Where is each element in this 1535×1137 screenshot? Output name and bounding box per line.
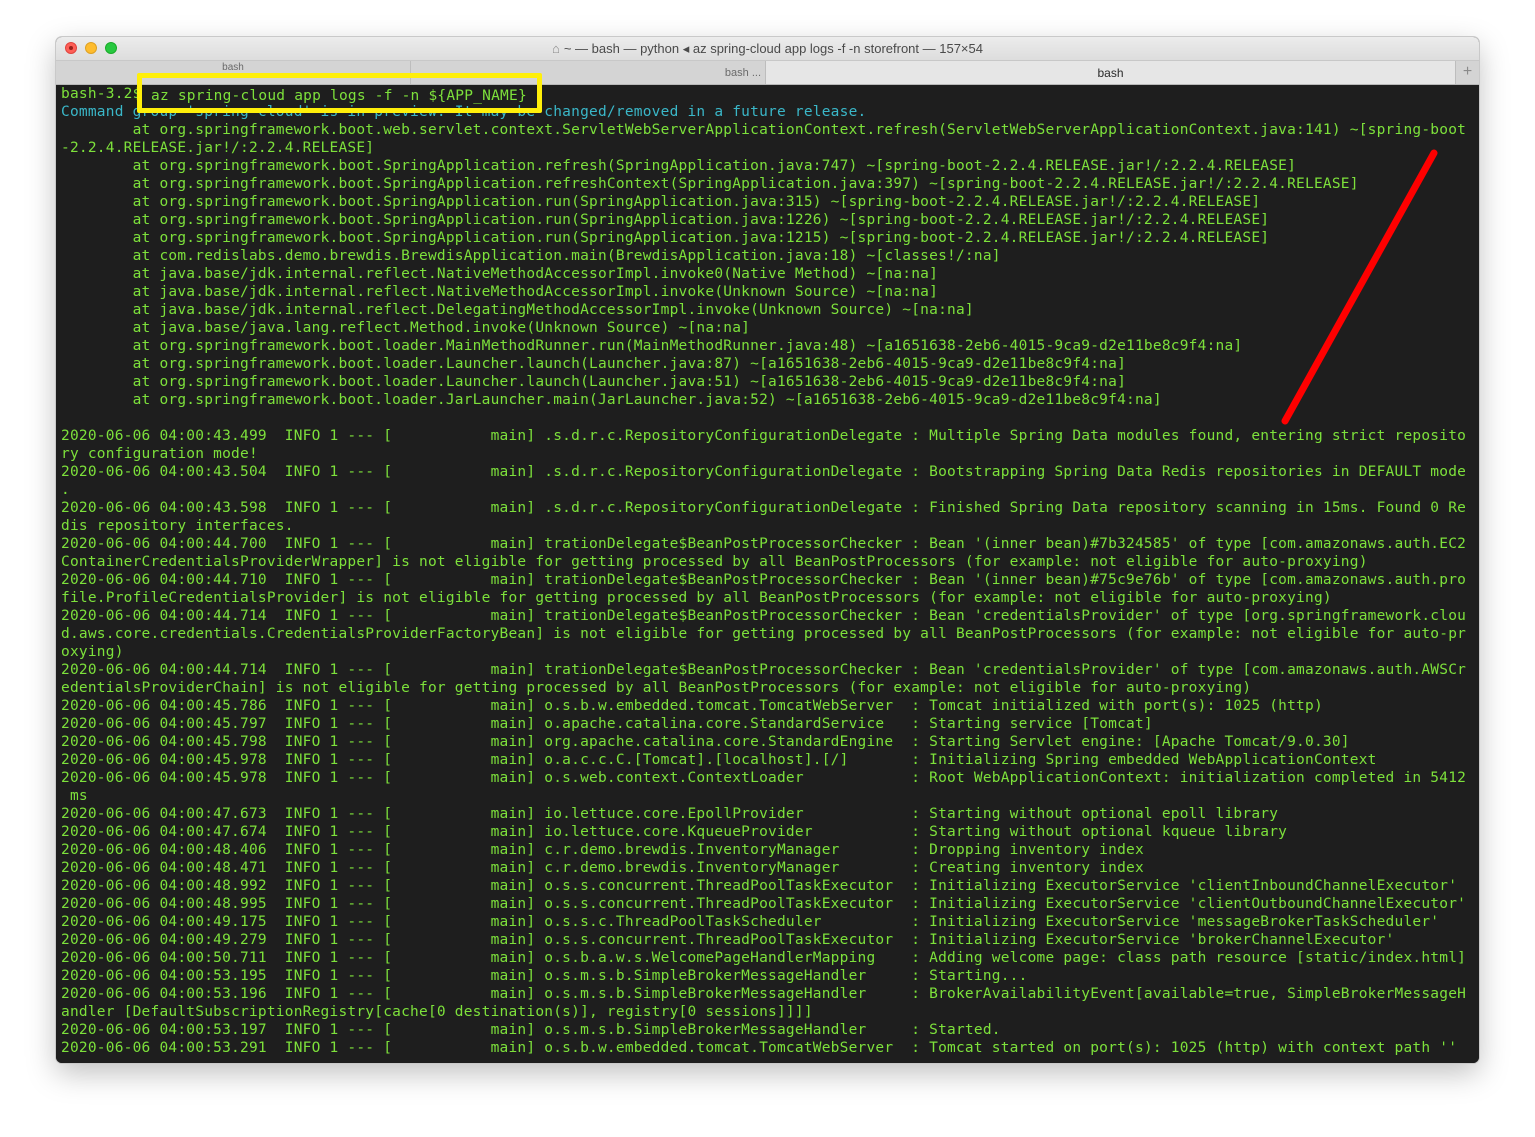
log-line: 2020-06-06 04:00:45.978 INFO 1 --- [ mai… — [61, 752, 1377, 768]
house-icon: ⌂ — [551, 41, 560, 56]
log-line: 2020-06-06 04:00:43.499 INFO 1 --- [ mai… — [61, 428, 1467, 444]
log-line: 2020-06-06 04:00:44.714 INFO 1 --- [ mai… — [61, 662, 1467, 678]
log-line: at org.springframework.boot.web.servlet.… — [61, 122, 1467, 138]
log-line: at org.springframework.boot.SpringApplic… — [61, 194, 1261, 210]
log-line: at org.springframework.boot.SpringApplic… — [61, 158, 1297, 174]
terminal-text: bash-3.2$ az spring-cloud app logs -f -n… — [61, 85, 1479, 1057]
log-line: at org.springframework.boot.SpringApplic… — [61, 212, 1270, 228]
window-title-area: ⌂ ~ — bash — python ◂ az spring-cloud app… — [56, 41, 1479, 57]
title-bar[interactable]: ⌂ ~ — bash — python ◂ az spring-cloud app… — [56, 37, 1479, 61]
log-line: d.aws.core.credentials.CredentialsProvid… — [61, 626, 1467, 642]
log-line: 2020-06-06 04:00:48.992 INFO 1 --- [ mai… — [61, 878, 1458, 894]
preview-warning-line: Command group 'spring-cloud' is in previ… — [61, 104, 867, 120]
log-line: at org.springframework.boot.SpringApplic… — [61, 230, 1270, 246]
log-line: at com.redislabs.demo.brewdis.BrewdisApp… — [61, 248, 1001, 264]
log-line: andler [DefaultSubscriptionRegistry[cach… — [61, 1004, 813, 1020]
log-line: 2020-06-06 04:00:53.196 INFO 1 --- [ mai… — [61, 986, 1467, 1002]
log-line: 2020-06-06 04:00:44.710 INFO 1 --- [ mai… — [61, 572, 1467, 588]
log-line: 2020-06-06 04:00:53.291 INFO 1 --- [ mai… — [61, 1040, 1458, 1056]
log-line: 2020-06-06 04:00:48.406 INFO 1 --- [ mai… — [61, 842, 1144, 858]
log-line: 2020-06-06 04:00:44.700 INFO 1 --- [ mai… — [61, 536, 1467, 552]
log-lines: at org.springframework.boot.web.servlet.… — [61, 122, 1466, 1056]
log-line: ms — [61, 788, 88, 804]
log-line: 2020-06-06 04:00:44.714 INFO 1 --- [ mai… — [61, 608, 1467, 624]
tab-bash-active[interactable]: bash — [766, 61, 1456, 84]
tab-bash-2[interactable]: bash ... — [411, 61, 766, 84]
log-line: oxying) — [61, 644, 124, 660]
log-line: at java.base/jdk.internal.reflect.Native… — [61, 284, 939, 300]
log-line: 2020-06-06 04:00:53.195 INFO 1 --- [ mai… — [61, 968, 1028, 984]
terminal-window: ⌂ ~ — bash — python ◂ az spring-cloud app… — [56, 37, 1479, 1063]
log-line: edentialsProviderChain] is not eligible … — [61, 680, 1252, 696]
log-line: 2020-06-06 04:00:53.197 INFO 1 --- [ mai… — [61, 1022, 1001, 1038]
log-line: -2.2.4.RELEASE.jar!/:2.2.4.RELEASE] — [61, 140, 375, 156]
prompt-line: bash-3.2$ az spring-cloud app logs -f -n… — [61, 86, 527, 102]
log-line: 2020-06-06 04:00:47.674 INFO 1 --- [ mai… — [61, 824, 1288, 840]
log-line: 2020-06-06 04:00:48.471 INFO 1 --- [ mai… — [61, 860, 1144, 876]
log-line: at org.springframework.boot.SpringApplic… — [61, 176, 1359, 192]
log-line: 2020-06-06 04:00:48.995 INFO 1 --- [ mai… — [61, 896, 1467, 912]
log-line: ContainerCredentialsProviderWrapper] is … — [61, 554, 1368, 570]
log-line: at org.springframework.boot.loader.JarLa… — [61, 392, 1162, 408]
log-line: file.ProfileCredentialsProvider] is not … — [61, 590, 1332, 606]
log-line: at java.base/java.lang.reflect.Method.in… — [61, 320, 751, 336]
log-line: 2020-06-06 04:00:45.797 INFO 1 --- [ mai… — [61, 716, 1153, 732]
window-title: ~ — bash — python ◂ az spring-cloud app … — [563, 41, 983, 56]
log-line: 2020-06-06 04:00:45.978 INFO 1 --- [ mai… — [61, 770, 1467, 786]
terminal-output[interactable]: bash-3.2$ az spring-cloud app logs -f -n… — [56, 85, 1479, 1063]
log-line: at org.springframework.boot.loader.Launc… — [61, 374, 1127, 390]
log-line: at java.base/jdk.internal.reflect.Delega… — [61, 302, 974, 318]
log-line: dis repository interfaces. — [61, 518, 294, 534]
log-line: at org.springframework.boot.loader.Launc… — [61, 356, 1127, 372]
log-line: ry configuration mode! — [61, 446, 258, 462]
tab-bar: bash bash ... bash + — [56, 61, 1479, 85]
log-line: 2020-06-06 04:00:49.175 INFO 1 --- [ mai… — [61, 914, 1440, 930]
log-line: 2020-06-06 04:00:49.279 INFO 1 --- [ mai… — [61, 932, 1395, 948]
log-line: 2020-06-06 04:00:47.673 INFO 1 --- [ mai… — [61, 806, 1279, 822]
log-line: 2020-06-06 04:00:43.598 INFO 1 --- [ mai… — [61, 500, 1467, 516]
log-line: 2020-06-06 04:00:45.798 INFO 1 --- [ mai… — [61, 734, 1350, 750]
log-line: . — [61, 482, 70, 498]
log-line: 2020-06-06 04:00:43.504 INFO 1 --- [ mai… — [61, 464, 1467, 480]
log-line: 2020-06-06 04:00:45.786 INFO 1 --- [ mai… — [61, 698, 1323, 714]
new-tab-button[interactable]: + — [1455, 61, 1479, 84]
tab-bash-1[interactable]: bash — [56, 61, 411, 84]
log-line: at java.base/jdk.internal.reflect.Native… — [61, 266, 939, 282]
log-line: 2020-06-06 04:00:50.711 INFO 1 --- [ mai… — [61, 950, 1467, 966]
log-line: at org.springframework.boot.loader.MainM… — [61, 338, 1243, 354]
